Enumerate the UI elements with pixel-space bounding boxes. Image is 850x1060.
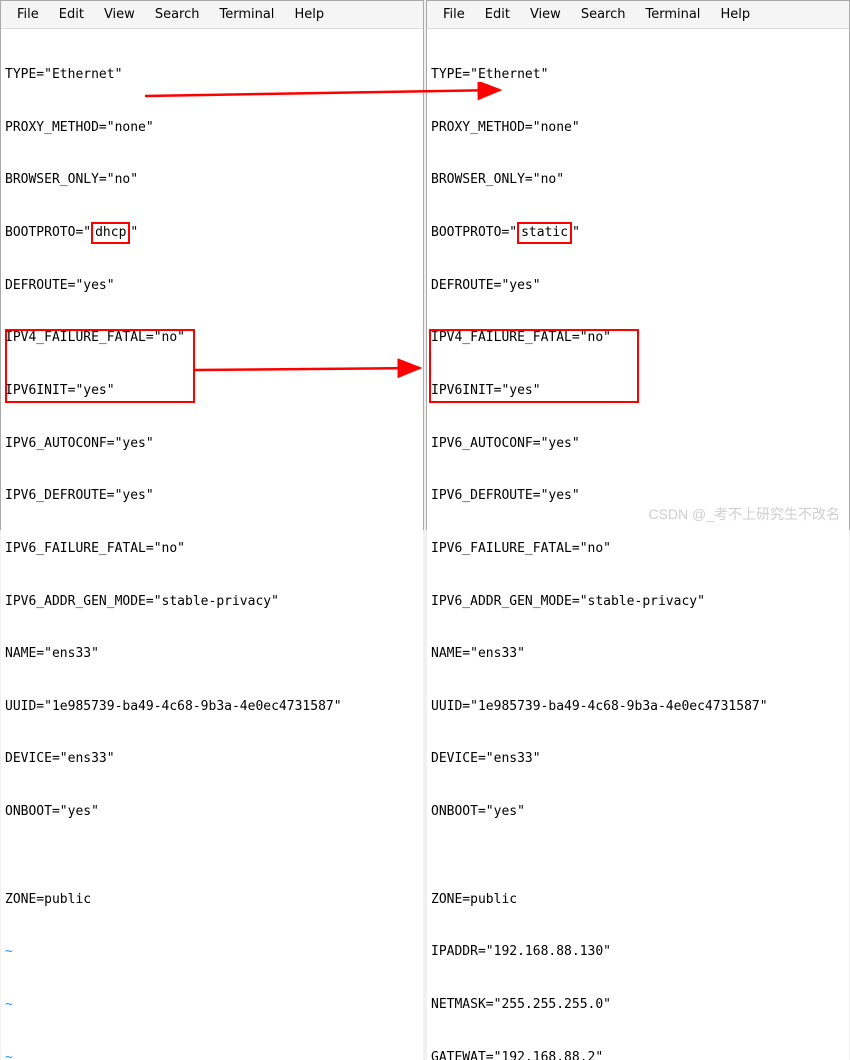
menu-file[interactable]: File [435,5,473,24]
bootproto-prefix: BOOTPROTO=" [431,225,517,240]
config-line-bootproto: BOOTPROTO="dhcp" [5,224,419,242]
config-line: UUID="1e985739-ba49-4c68-9b3a-4e0ec47315… [431,698,845,716]
highlight-static: static [517,222,572,244]
menu-view[interactable]: View [522,5,569,24]
menu-search[interactable]: Search [573,5,634,24]
config-line: TYPE="Ethernet" [5,66,419,84]
config-line: BROWSER_ONLY="no" [431,171,845,189]
config-line: DEVICE="ens33" [431,750,845,768]
vim-tilde: ~ [5,1049,419,1060]
vim-tilde: ~ [5,996,419,1014]
config-line: IPV6_FAILURE_FATAL="no" [431,540,845,558]
config-line: UUID="1e985739-ba49-4c68-9b3a-4e0ec47315… [5,698,419,716]
config-line: ONBOOT="yes" [5,803,419,821]
menu-help[interactable]: Help [712,5,758,24]
menu-edit[interactable]: Edit [51,5,92,24]
bootproto-prefix: BOOTPROTO=" [5,225,91,240]
menu-search[interactable]: Search [147,5,208,24]
menu-view[interactable]: View [96,5,143,24]
config-line: BROWSER_ONLY="no" [5,171,419,189]
config-line: DEFROUTE="yes" [5,277,419,295]
config-line: IPV6_DEFROUTE="yes" [5,487,419,505]
config-line: PROXY_METHOD="none" [5,119,419,137]
config-line-added: NETMASK="255.255.255.0" [431,996,845,1014]
terminal-right[interactable]: TYPE="Ethernet" PROXY_METHOD="none" BROW… [427,29,849,1060]
config-line: DEFROUTE="yes" [431,277,845,295]
menu-file[interactable]: File [9,5,47,24]
config-line: IPV6_ADDR_GEN_MODE="stable-privacy" [5,593,419,611]
config-line: IPV6_ADDR_GEN_MODE="stable-privacy" [431,593,845,611]
config-line-added: IPADDR="192.168.88.130" [431,943,845,961]
terminal-pane-right: File Edit View Search Terminal Help TYPE… [426,0,850,530]
config-line: IPV6_AUTOCONF="yes" [5,435,419,453]
highlight-dhcp: dhcp [91,222,130,244]
menu-help[interactable]: Help [286,5,332,24]
config-line: PROXY_METHOD="none" [431,119,845,137]
config-line: TYPE="Ethernet" [431,66,845,84]
highlight-empty-region [5,329,195,403]
config-line-added: GATEWAT="192.168.88.2" [431,1049,845,1060]
vim-tilde: ~ [5,943,419,961]
config-line: IPV6_FAILURE_FATAL="no" [5,540,419,558]
menu-edit[interactable]: Edit [477,5,518,24]
config-line: ONBOOT="yes" [431,803,845,821]
bootproto-suffix: " [572,225,580,240]
config-line: NAME="ens33" [431,645,845,663]
menubar: File Edit View Search Terminal Help [1,1,423,29]
highlight-added-region [429,329,639,403]
config-line: IPV6_AUTOCONF="yes" [431,435,845,453]
config-line-bootproto: BOOTPROTO="static" [431,224,845,242]
config-line: DEVICE="ens33" [5,750,419,768]
config-line: NAME="ens33" [5,645,419,663]
config-line: ZONE=public [431,891,845,909]
terminal-left[interactable]: TYPE="Ethernet" PROXY_METHOD="none" BROW… [1,29,423,1060]
config-line: IPV6_DEFROUTE="yes" [431,487,845,505]
menubar: File Edit View Search Terminal Help [427,1,849,29]
menu-terminal[interactable]: Terminal [211,5,282,24]
bootproto-suffix: " [130,225,138,240]
config-line: ZONE=public [5,891,419,909]
terminal-pane-left: File Edit View Search Terminal Help TYPE… [0,0,424,530]
menu-terminal[interactable]: Terminal [637,5,708,24]
